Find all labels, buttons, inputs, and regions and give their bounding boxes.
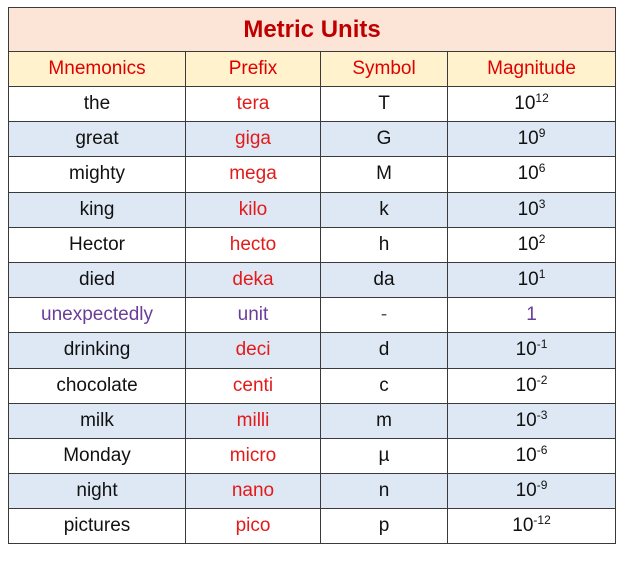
- column-header-magnitude: Magnitude: [446, 51, 617, 87]
- prefix-cell: micro: [185, 437, 321, 475]
- symbol-cell: -: [320, 297, 448, 334]
- prefix-cell: milli: [185, 402, 321, 439]
- magnitude-exponent: 2: [538, 231, 546, 246]
- magnitude-base: 10: [515, 444, 537, 466]
- mnemonic-cell: Hector: [8, 226, 186, 263]
- symbol-cell: c: [320, 367, 448, 404]
- column-header-symbol: Symbol: [320, 51, 448, 87]
- magnitude-cell: 10-3: [446, 402, 617, 439]
- symbol-cell: n: [320, 473, 448, 510]
- mnemonic-cell: the: [8, 85, 186, 123]
- magnitude-exponent: -2: [536, 372, 548, 387]
- mnemonic-cell: king: [8, 191, 186, 228]
- magnitude-cell: 103: [446, 191, 617, 228]
- magnitude-base: 10: [514, 93, 536, 115]
- magnitude-base: 10: [515, 480, 537, 502]
- prefix-cell: kilo: [185, 191, 321, 228]
- mnemonic-cell: unexpectedly: [8, 297, 186, 334]
- magnitude-cell: 10-1: [446, 332, 617, 369]
- magnitude-cell: 101: [446, 261, 617, 299]
- table-row: night nano n 10-9: [8, 473, 617, 510]
- table-row: the tera T 1012: [8, 85, 617, 123]
- symbol-cell: T: [320, 85, 448, 123]
- symbol-cell: h: [320, 226, 448, 263]
- prefix-cell: giga: [185, 121, 321, 158]
- table-row: died deka da 101: [8, 261, 617, 299]
- prefix-cell: nano: [185, 473, 321, 510]
- mnemonic-cell: great: [8, 121, 186, 158]
- symbol-cell: k: [320, 191, 448, 228]
- table-row: unexpectedly unit - 1: [8, 297, 617, 334]
- mnemonic-cell: pictures: [8, 508, 186, 545]
- magnitude-exponent: -6: [536, 442, 548, 457]
- magnitude-base: 10: [512, 515, 534, 537]
- magnitude-exponent: -12: [533, 513, 551, 528]
- mnemonic-cell: night: [8, 473, 186, 510]
- prefix-cell: tera: [185, 85, 321, 123]
- magnitude-cell: 1: [446, 297, 617, 334]
- symbol-cell: µ: [320, 437, 448, 475]
- magnitude-base: 1: [526, 304, 537, 326]
- magnitude-cell: 102: [446, 226, 617, 263]
- prefix-cell: hecto: [185, 226, 321, 263]
- magnitude-cell: 10-12: [446, 508, 617, 545]
- symbol-cell: p: [320, 508, 448, 545]
- column-header-mnemonics: Mnemonics: [8, 51, 186, 87]
- table-row: Monday micro µ 10-6: [8, 437, 617, 475]
- magnitude-exponent: 6: [538, 161, 546, 176]
- symbol-cell: d: [320, 332, 448, 369]
- magnitude-base: 10: [517, 163, 539, 185]
- mnemonic-cell: mighty: [8, 156, 186, 193]
- table-row: great giga G 109: [8, 121, 617, 158]
- symbol-cell: m: [320, 402, 448, 439]
- table-row: Hector hecto h 102: [8, 226, 617, 263]
- metric-units-table: Metric Units Mnemonics Prefix Symbol Mag…: [7, 7, 617, 545]
- magnitude-exponent: -3: [536, 407, 548, 422]
- magnitude-base: 10: [517, 233, 539, 255]
- magnitude-cell: 10-6: [446, 437, 617, 475]
- mnemonic-cell: chocolate: [8, 367, 186, 404]
- magnitude-base: 10: [515, 409, 537, 431]
- symbol-cell: G: [320, 121, 448, 158]
- table-row: pictures pico p 10-12: [8, 508, 617, 545]
- magnitude-base: 10: [515, 374, 537, 396]
- magnitude-exponent: 12: [535, 91, 549, 106]
- table-row: drinking deci d 10-1: [8, 332, 617, 369]
- magnitude-base: 10: [517, 128, 539, 150]
- table-row: milk milli m 10-3: [8, 402, 617, 439]
- prefix-cell: centi: [185, 367, 321, 404]
- magnitude-base: 10: [517, 198, 539, 220]
- mnemonic-cell: died: [8, 261, 186, 299]
- symbol-cell: da: [320, 261, 448, 299]
- magnitude-exponent: -1: [536, 337, 548, 352]
- magnitude-exponent: 1: [538, 267, 546, 282]
- magnitude-cell: 109: [446, 121, 617, 158]
- magnitude-exponent: -9: [536, 478, 548, 493]
- table-row: king kilo k 103: [8, 191, 617, 228]
- magnitude-base: 10: [515, 339, 537, 361]
- table-row: mighty mega M 106: [8, 156, 617, 193]
- table-title: Metric Units: [7, 7, 617, 52]
- table-row: chocolate centi c 10-2: [8, 367, 617, 404]
- magnitude-exponent: 3: [538, 196, 546, 211]
- magnitude-cell: 106: [446, 156, 617, 193]
- magnitude-cell: 10-9: [446, 473, 617, 510]
- magnitude-base: 10: [517, 269, 539, 291]
- mnemonic-cell: drinking: [8, 332, 186, 369]
- prefix-cell: deci: [185, 332, 321, 369]
- magnitude-exponent: 9: [538, 126, 546, 141]
- magnitude-cell: 1012: [446, 85, 617, 123]
- magnitude-cell: 10-2: [446, 367, 617, 404]
- prefix-cell: unit: [185, 297, 321, 334]
- prefix-cell: pico: [185, 508, 321, 545]
- mnemonic-cell: milk: [8, 402, 186, 439]
- mnemonic-cell: Monday: [8, 437, 186, 475]
- prefix-cell: mega: [185, 156, 321, 193]
- prefix-cell: deka: [185, 261, 321, 299]
- header-row: Mnemonics Prefix Symbol Magnitude: [8, 51, 617, 87]
- column-header-prefix: Prefix: [185, 51, 321, 87]
- title-row: Metric Units: [7, 7, 617, 52]
- symbol-cell: M: [320, 156, 448, 193]
